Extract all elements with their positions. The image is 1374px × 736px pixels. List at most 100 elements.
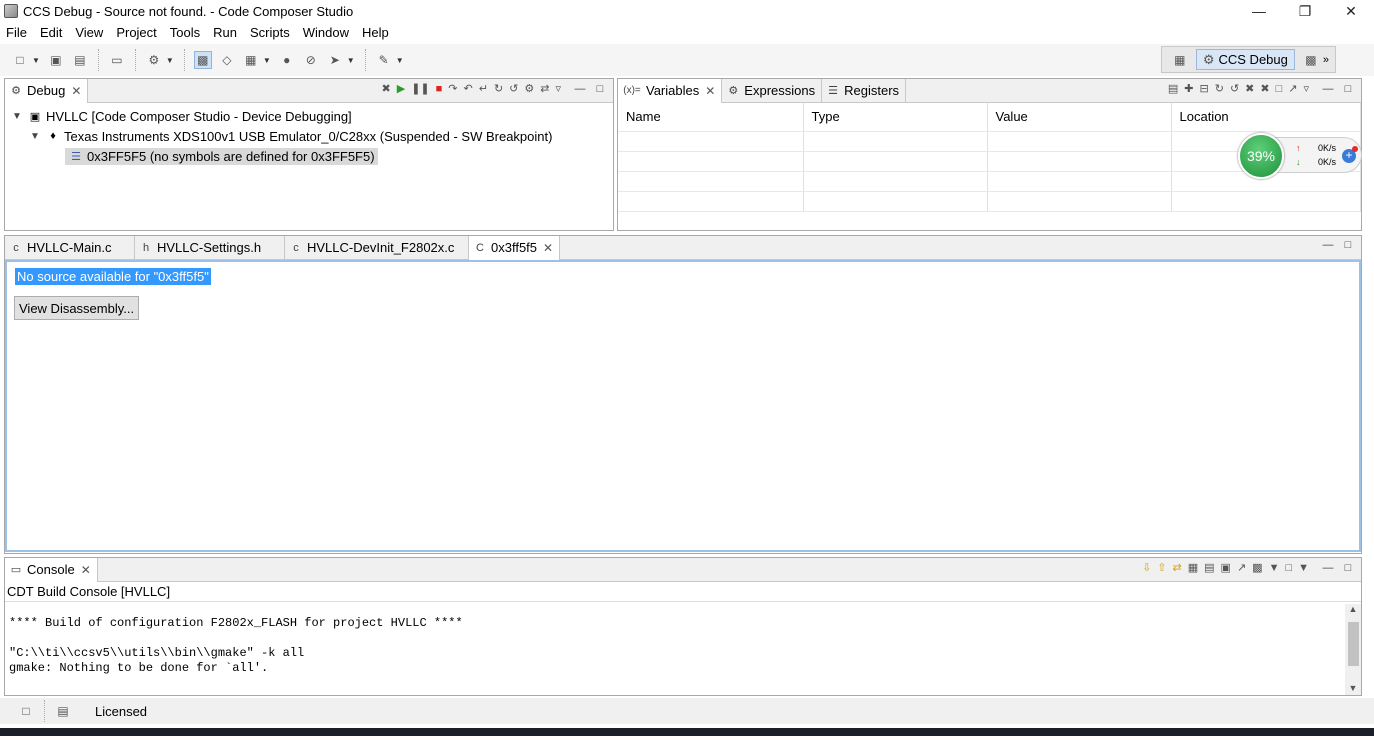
maximize-panel-icon[interactable]: □: [1341, 239, 1355, 251]
open-perspective-icon[interactable]: ▦: [1171, 51, 1189, 69]
remove-all-icon[interactable]: ✖: [1260, 82, 1269, 95]
run-dropdown-icon[interactable]: ▼: [347, 56, 355, 65]
tab-debug[interactable]: ⚙ Debug ✕: [5, 78, 89, 103]
prev-error-icon[interactable]: ⇧: [1157, 561, 1166, 574]
breakpoint-icon[interactable]: ●: [278, 51, 296, 69]
open-dropdown-icon[interactable]: ▼: [1298, 562, 1309, 574]
tab-hvllc-main[interactable]: c HVLLC-Main.c: [5, 235, 135, 260]
load-program-icon[interactable]: ▦: [242, 51, 260, 69]
debug-icon[interactable]: ⚙: [145, 51, 163, 69]
save-all-icon[interactable]: ▤: [71, 51, 89, 69]
close-icon[interactable]: ✕: [543, 241, 553, 255]
tab-0x3ff5f5[interactable]: C 0x3ff5f5 ✕: [469, 235, 561, 260]
minimize-button[interactable]: —: [1236, 0, 1282, 22]
scroll-down-icon[interactable]: ▼: [1345, 683, 1361, 693]
tools-dropdown-icon[interactable]: ▼: [396, 56, 404, 65]
more-perspectives-icon[interactable]: »: [1323, 54, 1329, 66]
suspend-icon[interactable]: ❚❚: [411, 82, 429, 95]
tab-variables[interactable]: (x)= Variables ✕: [618, 79, 723, 103]
restore-button[interactable]: ❐: [1282, 0, 1328, 22]
new-dropdown-icon[interactable]: ▼: [32, 56, 40, 65]
menu-view[interactable]: View: [75, 25, 103, 40]
column-header-type[interactable]: Type: [803, 103, 988, 132]
tree-item[interactable]: ▼ ▣ HVLLC [Code Composer Studio - Device…: [5, 106, 613, 126]
step-return-icon[interactable]: ↵: [479, 82, 488, 95]
menu-file[interactable]: File: [6, 25, 27, 40]
tree-item[interactable]: ▼ ♦ Texas Instruments XDS100v1 USB Emula…: [5, 126, 613, 146]
expand-arrow-icon[interactable]: ▼: [11, 111, 23, 122]
ccs-debug-perspective-button[interactable]: ⚙ CCS Debug: [1195, 49, 1295, 70]
show-types-icon[interactable]: ▤: [1168, 82, 1178, 95]
display-dropdown-icon[interactable]: ▼: [1269, 562, 1280, 574]
debug-dropdown-icon[interactable]: ▼: [166, 56, 174, 65]
save-icon[interactable]: ▣: [47, 51, 65, 69]
tab-hvllc-settings[interactable]: h HVLLC-Settings.h: [135, 235, 285, 260]
column-header-value[interactable]: Value: [987, 103, 1172, 132]
tab-hvllc-devinit[interactable]: c HVLLC-DevInit_F2802x.c: [285, 235, 469, 260]
load-dropdown-icon[interactable]: ▼: [263, 56, 271, 65]
minimize-panel-icon[interactable]: —: [1321, 239, 1335, 251]
tab-expressions[interactable]: ⚙ Expressions: [722, 79, 823, 103]
link-console-icon[interactable]: ⇄: [1173, 561, 1182, 574]
step-over-icon[interactable]: ↶: [464, 82, 473, 95]
scroll-lock-icon[interactable]: ▣: [1221, 561, 1231, 574]
menu-tools[interactable]: Tools: [170, 25, 200, 40]
connect-target-icon[interactable]: ▩: [193, 51, 212, 69]
refresh-icon[interactable]: ↻: [1215, 82, 1224, 95]
new-view-icon[interactable]: □: [1276, 83, 1283, 95]
menu-help[interactable]: Help: [362, 25, 389, 40]
link-icon[interactable]: ⇄: [540, 82, 549, 95]
close-button[interactable]: ✕: [1328, 0, 1374, 22]
console-scrollbar[interactable]: ▲ ▼: [1345, 604, 1361, 695]
clear-console-icon[interactable]: ▤: [1204, 561, 1214, 574]
copy-build-log-icon[interactable]: ▦: [1188, 561, 1198, 574]
tools-icon[interactable]: ✎: [375, 51, 393, 69]
progress-icon[interactable]: ▤: [54, 702, 72, 720]
reset-icon[interactable]: ↺: [509, 82, 518, 95]
menu-scripts[interactable]: Scripts: [250, 25, 290, 40]
expand-arrow-icon[interactable]: ▼: [29, 131, 41, 142]
view-menu-icon[interactable]: ▿: [1303, 82, 1309, 95]
disconnect-icon[interactable]: ◇: [218, 51, 236, 69]
collapse-all-icon[interactable]: ⊟: [1200, 82, 1209, 95]
close-icon[interactable]: ✕: [71, 84, 81, 98]
run-icon[interactable]: ➤: [326, 51, 344, 69]
column-header-location[interactable]: Location: [1171, 103, 1361, 132]
scroll-up-icon[interactable]: ▲: [1345, 604, 1361, 614]
pin-console-icon[interactable]: ↗: [1237, 561, 1246, 574]
scroll-thumb[interactable]: [1348, 622, 1359, 666]
close-icon[interactable]: ✕: [81, 563, 91, 577]
open-terminal-icon[interactable]: ▭: [108, 51, 126, 69]
next-error-icon[interactable]: ⇩: [1142, 561, 1151, 574]
assembly-step-icon[interactable]: ↻: [494, 82, 503, 95]
network-speed-widget[interactable]: 39% ↑ 0K/s ↓ 0K/s +: [1238, 133, 1364, 179]
maximize-panel-icon[interactable]: □: [593, 83, 607, 95]
column-header-name[interactable]: Name: [618, 103, 804, 132]
minimize-panel-icon[interactable]: —: [1321, 562, 1335, 574]
edit-perspective-icon[interactable]: ▩: [1302, 51, 1320, 69]
continuous-refresh-icon[interactable]: ↺: [1230, 82, 1239, 95]
tree-item[interactable]: ☰ 0x3FF5F5 (no symbols are defined for 0…: [5, 146, 613, 166]
tab-registers[interactable]: ☰ Registers: [822, 79, 907, 103]
display-console-icon[interactable]: ▩: [1252, 561, 1262, 574]
minimize-panel-icon[interactable]: —: [573, 83, 587, 95]
skip-breakpoints-icon[interactable]: ⊘: [302, 51, 320, 69]
view-disassembly-button[interactable]: View Disassembly...: [14, 296, 140, 320]
remove-terminated-icon[interactable]: ✖: [382, 82, 391, 95]
open-console-icon[interactable]: □: [1285, 562, 1292, 574]
console-output[interactable]: **** Build of configuration F2802x_FLASH…: [5, 602, 1361, 676]
add-expression-icon[interactable]: ✚: [1184, 82, 1193, 95]
menu-window[interactable]: Window: [303, 25, 349, 40]
new-icon[interactable]: □: [11, 51, 29, 69]
terminate-icon[interactable]: ■: [436, 83, 443, 95]
restart-icon[interactable]: ⚙: [524, 82, 534, 95]
step-into-icon[interactable]: ↷: [448, 82, 457, 95]
pin-icon[interactable]: ↗: [1288, 82, 1297, 95]
resume-icon[interactable]: ▶: [397, 82, 405, 95]
minimize-panel-icon[interactable]: —: [1321, 83, 1335, 95]
close-icon[interactable]: ✕: [705, 84, 715, 98]
remove-icon[interactable]: ✖: [1245, 82, 1254, 95]
view-menu-icon[interactable]: ▿: [555, 82, 561, 95]
maximize-panel-icon[interactable]: □: [1341, 83, 1355, 95]
maximize-panel-icon[interactable]: □: [1341, 562, 1355, 574]
